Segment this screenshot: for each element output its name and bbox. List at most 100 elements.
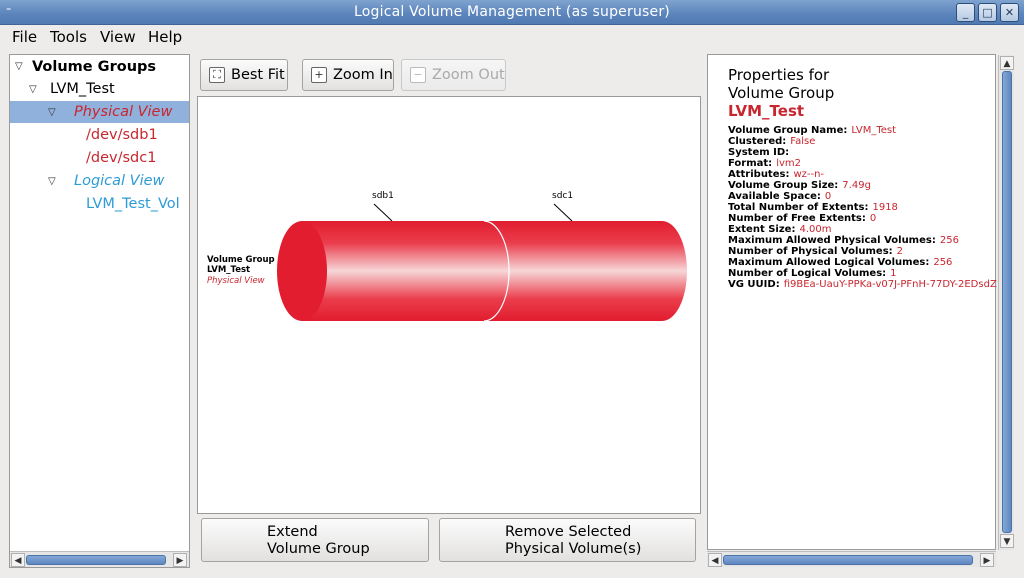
zoom-in-label: Zoom In <box>333 67 393 83</box>
best-fit-icon: ⛶ <box>209 67 225 83</box>
prop-key: Number of Logical Volumes: <box>728 268 887 279</box>
tree-item-sdb1[interactable]: /dev/sdb1 <box>86 124 158 146</box>
window-title: Logical Volume Management (as superuser) <box>354 4 670 20</box>
expander-icon[interactable]: ▽ <box>48 176 56 187</box>
prop-row: Volume Group Size: 7.49g <box>728 180 871 191</box>
properties-horizontal-scrollbar[interactable]: ◀ ▶ <box>707 551 996 567</box>
physical-view-canvas[interactable]: Volume Group LVM_Test Physical View sdb1… <box>197 96 701 514</box>
prop-key: System ID: <box>728 147 790 158</box>
prop-value: 0 <box>869 213 877 224</box>
remove-label-line1: Remove Selected <box>505 524 632 540</box>
properties-vg-name: LVM_Test <box>728 102 805 120</box>
menu-file[interactable]: File <box>12 28 37 46</box>
tree-item-physical-view[interactable]: Physical View <box>74 101 172 123</box>
cylinder-body-sdb1[interactable] <box>302 221 509 321</box>
cylinder-end-cap <box>277 221 327 321</box>
menu-tools[interactable]: Tools <box>50 28 87 46</box>
menu-view[interactable]: View <box>100 28 136 46</box>
prop-value: 256 <box>933 257 953 268</box>
best-fit-button[interactable]: ⛶ Best Fit <box>200 59 288 91</box>
prop-row: Format: lvm2 <box>728 158 801 169</box>
zoom-in-button[interactable]: + Zoom In <box>302 59 394 91</box>
tree-horizontal-scrollbar[interactable]: ◀ ▶ <box>10 551 189 567</box>
prop-row: Attributes: wz--n- <box>728 169 824 180</box>
tree-item-sdc1[interactable]: /dev/sdc1 <box>86 147 156 169</box>
prop-key: Total Number of Extents: <box>728 202 869 213</box>
scroll-left-icon[interactable]: ◀ <box>11 553 25 567</box>
prop-value: False <box>790 136 816 147</box>
volume-tree-panel: ▽ Volume Groups ▽ LVM_Test ▽ Physical Vi… <box>9 54 190 568</box>
scroll-thumb[interactable] <box>1002 71 1012 533</box>
scroll-thumb[interactable] <box>26 555 166 565</box>
extend-label-line2: Volume Group <box>267 541 370 557</box>
prop-row: Total Number of Extents: 1918 <box>728 202 898 213</box>
prop-key: Clustered: <box>728 136 787 147</box>
prop-value: 256 <box>939 235 959 246</box>
prop-value: 1 <box>890 268 897 279</box>
scroll-right-icon[interactable]: ▶ <box>980 553 994 567</box>
properties-heading-2: Volume Group <box>728 84 835 102</box>
expander-icon[interactable]: ▽ <box>48 107 56 118</box>
title-bar: ⁼ Logical Volume Management (as superuse… <box>0 0 1024 25</box>
prop-row: Volume Group Name: LVM_Test <box>728 125 896 136</box>
prop-key: Volume Group Size: <box>728 180 839 191</box>
prop-row: Number of Free Extents: 0 <box>728 213 876 224</box>
prop-key: Maximum Allowed Physical Volumes: <box>728 235 936 246</box>
prop-row: System ID: <box>728 147 793 158</box>
zoom-out-label: Zoom Out <box>432 67 505 83</box>
expander-icon[interactable]: ▽ <box>15 61 23 72</box>
prop-key: Attributes: <box>728 169 790 180</box>
prop-key: Extent Size: <box>728 224 796 235</box>
scroll-up-icon[interactable]: ▲ <box>1000 56 1014 70</box>
menu-help[interactable]: Help <box>148 28 182 46</box>
close-button[interactable]: ✕ <box>1000 3 1019 22</box>
menu-bar: File Tools View Help <box>0 25 1024 49</box>
prop-key: Number of Physical Volumes: <box>728 246 893 257</box>
cylinder-diagram <box>277 203 687 322</box>
prop-value: fi9BEa-UauY-PPKa-v07J-PFnH-77DY-2EDsdZ <box>783 279 997 290</box>
remove-physical-volume-button[interactable]: Remove Selected Physical Volume(s) <box>439 518 696 562</box>
scroll-down-icon[interactable]: ▼ <box>1000 534 1014 548</box>
remove-label-line2: Physical Volume(s) <box>505 541 642 557</box>
sdc1-pointer-line <box>553 203 573 222</box>
zoom-in-icon: + <box>311 67 327 83</box>
best-fit-label: Best Fit <box>231 67 285 83</box>
extend-label-line1: Extend <box>267 524 318 540</box>
prop-value: 1918 <box>872 202 898 213</box>
prop-value: 4.00m <box>799 224 832 235</box>
expander-icon[interactable]: ▽ <box>29 84 37 95</box>
prop-key: Format: <box>728 158 773 169</box>
tree-item-lvm-test-vol[interactable]: LVM_Test_Vol <box>86 193 180 215</box>
maximize-button[interactable]: □ <box>978 3 997 22</box>
prop-value: 0 <box>824 191 832 202</box>
prop-value: lvm2 <box>776 158 801 169</box>
prop-value: 2 <box>896 246 904 257</box>
minimize-button[interactable]: _ <box>956 3 975 22</box>
prop-row: Extent Size: 4.00m <box>728 224 831 235</box>
scroll-left-icon[interactable]: ◀ <box>708 553 722 567</box>
properties-vertical-scrollbar[interactable]: ▲ ▼ <box>998 55 1014 550</box>
prop-row: Available Space: 0 <box>728 191 831 202</box>
properties-heading-1: Properties for <box>728 66 830 84</box>
prop-key: VG UUID: <box>728 279 780 290</box>
prop-value: wz--n- <box>793 169 825 180</box>
zoom-out-icon: − <box>410 67 426 83</box>
prop-value: LVM_Test <box>851 125 897 136</box>
extend-volume-group-button[interactable]: Extend Volume Group <box>201 518 429 562</box>
tree-item-logical-view[interactable]: Logical View <box>74 170 164 192</box>
prop-key: Volume Group Name: <box>728 125 848 136</box>
scroll-thumb[interactable] <box>723 555 973 565</box>
prop-value: 7.49g <box>842 180 871 191</box>
prop-row: Maximum Allowed Logical Volumes: 256 <box>728 257 952 268</box>
tree-root-volume-groups[interactable]: Volume Groups <box>32 56 156 78</box>
prop-row: Number of Logical Volumes: 1 <box>728 268 897 279</box>
tree-item-lvm-test[interactable]: LVM_Test <box>50 78 115 100</box>
prop-row: VG UUID: fi9BEa-UauY-PPKa-v07J-PFnH-77DY-… <box>728 279 997 290</box>
prop-row: Clustered: False <box>728 136 815 147</box>
prop-key: Number of Free Extents: <box>728 213 866 224</box>
sdb1-pointer-line <box>373 203 393 222</box>
scroll-right-icon[interactable]: ▶ <box>173 553 187 567</box>
prop-row: Maximum Allowed Physical Volumes: 256 <box>728 235 959 246</box>
prop-key: Available Space: <box>728 191 821 202</box>
zoom-out-button[interactable]: − Zoom Out <box>401 59 506 91</box>
